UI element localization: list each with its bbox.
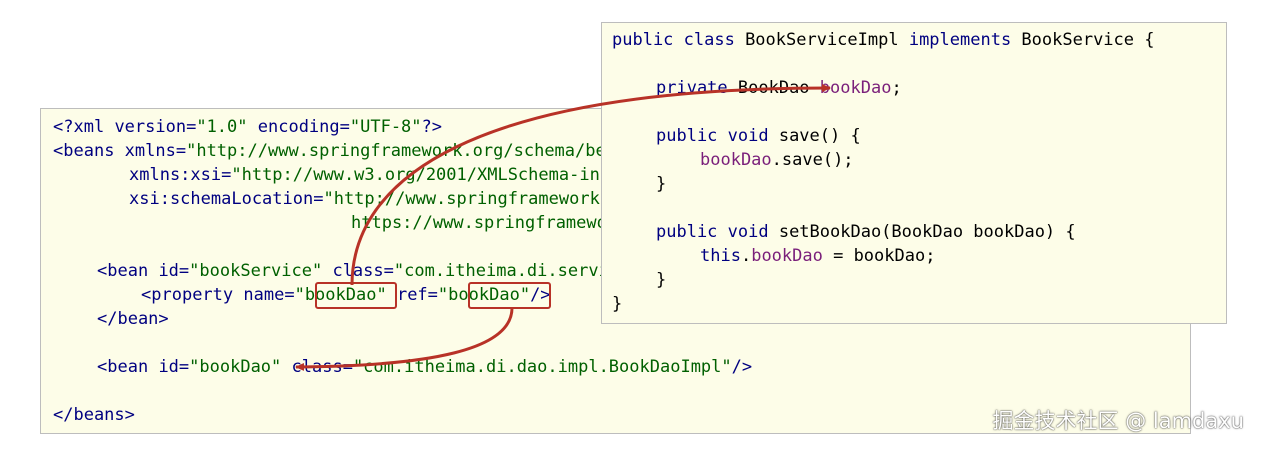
class-kw: public class — [612, 30, 735, 50]
save-body-field: bookDao — [700, 150, 772, 170]
this-kw: this — [700, 246, 741, 266]
property-ref-quote-open: " — [437, 285, 449, 305]
prolog-open: <? — [53, 117, 74, 137]
beans-close-line: </beans> — [53, 403, 135, 427]
bean-dao-lt: < — [97, 357, 108, 377]
implements-kw: implements — [908, 30, 1012, 50]
bean-dao-line: <bean id="bookDao" class="com.itheima.di… — [97, 355, 752, 379]
watermark: 掘金技术社区 @ lamdaxu — [992, 409, 1244, 433]
save-decl-line: public void save() { — [656, 124, 861, 148]
bean-dao-close: /> — [731, 357, 753, 377]
field-line: private BookDao bookDao; — [656, 76, 902, 100]
bean-service-id-val: "bookService" — [189, 261, 323, 281]
beans-xmlns-val: "http://www.springframework.org/schema/b… — [186, 141, 647, 161]
class-close-brace: } — [612, 294, 623, 314]
setter-kw: public void — [656, 222, 769, 242]
beans-tag: beans — [63, 141, 115, 161]
prolog-tag: xml — [73, 117, 105, 137]
save-body-call: .save(); — [771, 150, 854, 170]
setter-close-brace: } — [656, 270, 667, 290]
prolog-val-version: "1.0" — [196, 117, 248, 137]
ref-value-highlight — [468, 282, 551, 309]
bean-service-class-attr: class= — [322, 261, 394, 281]
prolog-attr-encoding: encoding= — [247, 117, 350, 137]
schema-attr: xsi:schemaLocation= — [129, 189, 324, 209]
name-value-highlight — [315, 282, 397, 309]
class-name: BookServiceImpl — [734, 30, 909, 50]
class-decl-line: public class BookServiceImpl implements … — [612, 28, 1154, 52]
save-close-brace: } — [656, 174, 667, 194]
setter-body-assign: = bookDao; — [822, 246, 936, 266]
xml-prolog-line: <?xml version="1.0" encoding="UTF-8"?> — [53, 115, 442, 139]
prolog-attr-version: version= — [104, 117, 197, 137]
property-tag: property — [151, 285, 234, 305]
bean-service-lt: < — [97, 261, 108, 281]
bean-dao-id-attr: id= — [148, 357, 190, 377]
setter-body-field: bookDao — [751, 246, 823, 266]
setter-decl-line: public void setBookDao(BookDao bookDao) … — [656, 220, 1076, 244]
save-body-line: bookDao.save(); — [700, 148, 854, 172]
interface-name: BookService { — [1011, 30, 1155, 50]
field-private-kw: private — [656, 78, 728, 98]
bean-dao-class-attr: class= — [281, 357, 353, 377]
setter-close-line: } — [656, 268, 666, 292]
java-class-panel: public class BookServiceImpl implements … — [601, 22, 1227, 324]
bean-service-id-attr: id= — [148, 261, 190, 281]
bean-service-tag: bean — [107, 261, 149, 281]
beans-close-tag: </beans> — [53, 405, 135, 425]
beans-lt: < — [53, 141, 64, 161]
setter-body-line: this.bookDao = bookDao; — [700, 244, 935, 268]
beans-open-line: <beans xmlns="http://www.springframework… — [53, 139, 647, 163]
field-type: BookDao — [727, 78, 820, 98]
property-lt: < — [141, 285, 152, 305]
prolog-close: ?> — [421, 117, 443, 137]
xmlns-xsi-line: xmlns:xsi="http://www.w3.org/2001/XMLSch… — [129, 163, 671, 187]
class-close-line: } — [612, 292, 622, 316]
field-semicolon: ; — [891, 78, 902, 98]
bean-dao-class-val: "com.itheima.di.dao.impl.BookDaoImpl" — [352, 357, 732, 377]
property-name-attr: name= — [233, 285, 295, 305]
beans-xmlns-attr: xmlns= — [114, 141, 187, 161]
save-kw: public void — [656, 126, 769, 146]
save-close-line: } — [656, 172, 666, 196]
field-name: bookDao — [819, 78, 892, 98]
save-signature: save() { — [768, 126, 861, 146]
bean-close-tag: </bean> — [97, 309, 169, 329]
property-name-quote-open: " — [294, 285, 305, 305]
bean-close-line: </bean> — [97, 307, 169, 331]
setter-signature: setBookDao(BookDao bookDao) { — [768, 222, 1076, 242]
this-dot: . — [740, 246, 752, 266]
bean-dao-id-val: "bookDao" — [189, 357, 282, 377]
xsi-attr: xmlns:xsi= — [129, 165, 232, 185]
prolog-val-encoding: "UTF-8" — [349, 117, 422, 137]
bean-dao-tag: bean — [107, 357, 149, 377]
